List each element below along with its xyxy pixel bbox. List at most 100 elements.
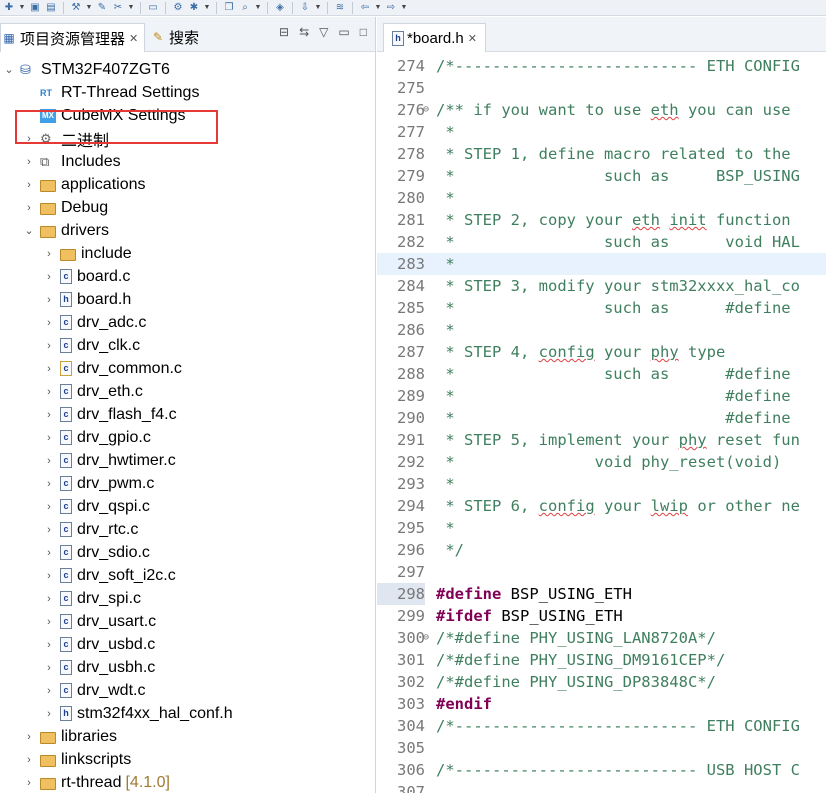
chevron-down-icon[interactable]: ▼: [127, 2, 135, 14]
tree-item[interactable]: › c drv_spi.c: [42, 587, 141, 610]
save-icon[interactable]: ▣: [28, 2, 42, 14]
chevron-down-icon[interactable]: ▼: [18, 2, 26, 14]
back-arrow-icon[interactable]: ⇦: [358, 2, 372, 14]
code-line[interactable]: 290 * #define: [377, 407, 826, 429]
link-editor-icon[interactable]: ⇆: [299, 25, 309, 39]
minimize-icon[interactable]: ▭: [338, 25, 349, 39]
rebuild-icon[interactable]: ✎: [95, 2, 109, 14]
layers-icon[interactable]: ≋: [333, 2, 347, 14]
tree-item[interactable]: › rt-thread [4.1.0]: [22, 771, 170, 793]
chevron-down-icon[interactable]: ▼: [314, 2, 322, 14]
code-line[interactable]: 288 * such as #define: [377, 363, 826, 385]
new-icon[interactable]: ✚: [2, 2, 16, 14]
code-line[interactable]: 300 ⊖ /*#define PHY_USING_LAN8720A*/: [377, 627, 826, 649]
tab-board-h[interactable]: h *board.h ✕: [383, 23, 486, 52]
tree-item[interactable]: › c drv_flash_f4.c: [42, 403, 176, 426]
code-line[interactable]: 295 *: [377, 517, 826, 539]
chevron-right-icon[interactable]: ›: [42, 386, 56, 398]
code-line[interactable]: 277 *: [377, 121, 826, 143]
chevron-right-icon[interactable]: ›: [42, 662, 56, 674]
chevron-down-icon[interactable]: ▼: [254, 2, 262, 14]
code-line[interactable]: 299 #ifdef BSP_USING_ETH: [377, 605, 826, 627]
chevron-down-icon[interactable]: ▼: [85, 2, 93, 14]
tree-item[interactable]: › c drv_hwtimer.c: [42, 449, 176, 472]
save-all-icon[interactable]: ▤: [44, 2, 58, 14]
tab-search[interactable]: ✎ 搜索: [150, 23, 199, 51]
tree-item[interactable]: › c drv_usart.c: [42, 610, 156, 633]
code-line[interactable]: 301 /*#define PHY_USING_DM9161CEP*/: [377, 649, 826, 671]
code-line[interactable]: 274 /*-------------------------- ETH CONF…: [377, 55, 826, 77]
code-line[interactable]: 291 * STEP 5, implement your phy reset f…: [377, 429, 826, 451]
code-line[interactable]: 302 /*#define PHY_USING_DP83848C*/: [377, 671, 826, 693]
tree-item[interactable]: ⌄ ⛁ STM32F407ZGT6: [2, 58, 170, 81]
tree-item[interactable]: › include: [42, 242, 132, 265]
chevron-right-icon[interactable]: ›: [42, 363, 56, 375]
tree-item[interactable]: RT RT-Thread Settings: [22, 81, 199, 104]
chevron-right-icon[interactable]: ›: [42, 432, 56, 444]
chevron-right-icon[interactable]: ›: [42, 639, 56, 651]
settings-icon[interactable]: ⚙: [171, 2, 185, 14]
clean-icon[interactable]: ✂: [111, 2, 125, 14]
tree-item[interactable]: › c drv_usbd.c: [42, 633, 155, 656]
code-line[interactable]: 281 * STEP 2, copy your eth init functio…: [377, 209, 826, 231]
code-line[interactable]: 298 #define BSP_USING_ETH: [377, 583, 826, 605]
tree-item[interactable]: › c drv_qspi.c: [42, 495, 150, 518]
tree-item[interactable]: › applications: [22, 173, 145, 196]
tree-item[interactable]: › c drv_adc.c: [42, 311, 146, 334]
view-menu-icon[interactable]: ▽: [319, 25, 328, 39]
tab-project-explorer[interactable]: ▦ 项目资源管理器 ✕: [0, 23, 146, 52]
close-icon[interactable]: ✕: [129, 32, 138, 45]
chevron-right-icon[interactable]: ›: [42, 294, 56, 306]
chevron-down-icon[interactable]: ▼: [400, 2, 408, 14]
chevron-down-icon[interactable]: ▼: [203, 2, 211, 14]
open-folder-icon[interactable]: ❐: [222, 2, 236, 14]
code-line[interactable]: 284 * STEP 3, modify your stm32xxxx_hal_…: [377, 275, 826, 297]
chevron-right-icon[interactable]: ›: [22, 179, 36, 191]
tag-icon[interactable]: ◈: [273, 2, 287, 14]
forward-arrow-icon[interactable]: ⇨: [384, 2, 398, 14]
tree-item[interactable]: › c drv_usbh.c: [42, 656, 155, 679]
tree-item[interactable]: › c drv_soft_i2c.c: [42, 564, 176, 587]
code-line[interactable]: 294 * STEP 6, config your lwip or other …: [377, 495, 826, 517]
tree-item[interactable]: › h stm32f4xx_hal_conf.h: [42, 702, 233, 725]
code-line[interactable]: 297: [377, 561, 826, 583]
close-icon[interactable]: ✕: [468, 32, 477, 45]
chevron-right-icon[interactable]: ›: [22, 156, 36, 168]
code-line[interactable]: 304 /*-------------------------- ETH CONF…: [377, 715, 826, 737]
chevron-right-icon[interactable]: ›: [42, 409, 56, 421]
code-line[interactable]: 292 * void phy_reset(void): [377, 451, 826, 473]
code-line[interactable]: 279 * such as BSP_USING: [377, 165, 826, 187]
tree-item[interactable]: › c drv_common.c: [42, 357, 182, 380]
tree-item[interactable]: › c drv_eth.c: [42, 380, 143, 403]
code-line[interactable]: 280 *: [377, 187, 826, 209]
tree-item[interactable]: › c drv_gpio.c: [42, 426, 151, 449]
tree-item[interactable]: › Debug: [22, 196, 108, 219]
tree-item[interactable]: › c drv_rtc.c: [42, 518, 138, 541]
tree-item[interactable]: ⌄ drivers: [22, 219, 109, 242]
chevron-down-icon[interactable]: ▼: [374, 2, 382, 14]
code-line[interactable]: 307: [377, 781, 826, 793]
chevron-right-icon[interactable]: ›: [42, 685, 56, 697]
debug-icon[interactable]: ✱: [187, 2, 201, 14]
chevron-right-icon[interactable]: ›: [22, 777, 36, 789]
code-line[interactable]: 303 #endif: [377, 693, 826, 715]
code-line[interactable]: 285 * such as #define: [377, 297, 826, 319]
chevron-right-icon[interactable]: ›: [42, 570, 56, 582]
chevron-down-icon[interactable]: ⌄: [22, 224, 36, 237]
chevron-right-icon[interactable]: ›: [42, 271, 56, 283]
tree-item[interactable]: › c drv_pwm.c: [42, 472, 154, 495]
chevron-right-icon[interactable]: ›: [42, 340, 56, 352]
code-line[interactable]: 276 ⊖ /** if you want to use eth you can u…: [377, 99, 826, 121]
fold-toggle-icon[interactable]: ⊖: [423, 99, 429, 121]
maximize-icon[interactable]: □: [360, 25, 367, 39]
chevron-right-icon[interactable]: ›: [22, 754, 36, 766]
chevron-right-icon[interactable]: ›: [42, 317, 56, 329]
tree-item[interactable]: › ⧉ Includes: [22, 150, 120, 173]
collapse-all-icon[interactable]: ⊟: [279, 25, 289, 39]
tree-item[interactable]: › linkscripts: [22, 748, 131, 771]
chevron-right-icon[interactable]: ›: [42, 593, 56, 605]
chevron-right-icon[interactable]: ›: [22, 731, 36, 743]
download-icon[interactable]: ⇩: [298, 2, 312, 14]
build-icon[interactable]: ⚒: [69, 2, 83, 14]
monitor-icon[interactable]: ▭: [146, 2, 160, 14]
